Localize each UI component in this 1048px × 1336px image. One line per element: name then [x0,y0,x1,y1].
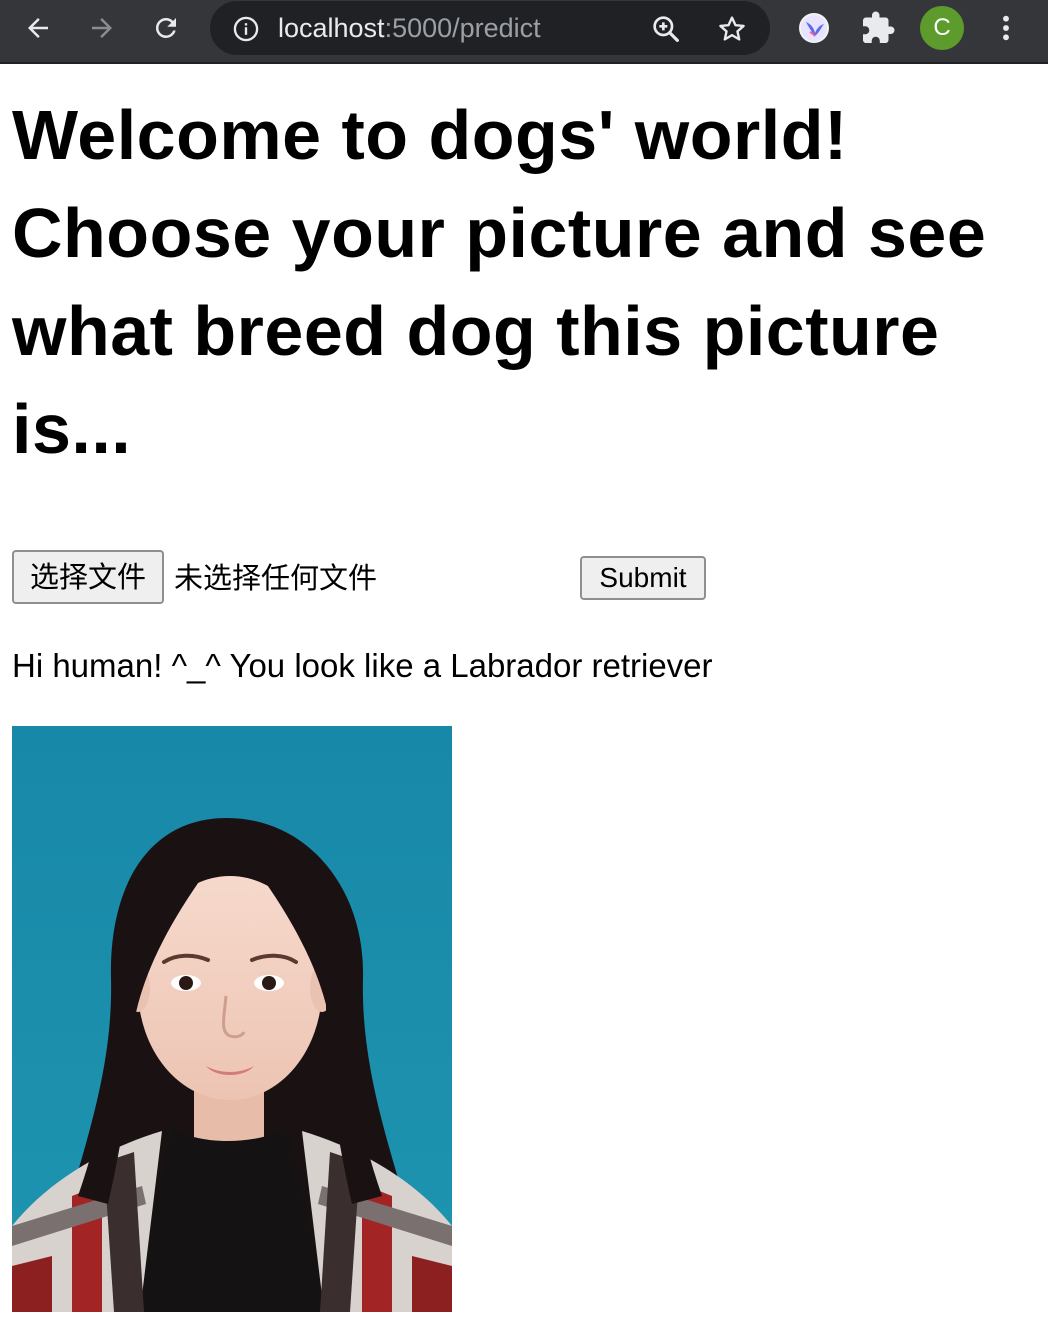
info-icon[interactable] [232,15,260,43]
reload-icon [155,17,176,38]
zoom-in-icon[interactable] [650,13,682,45]
url-host: localhost [278,13,385,43]
file-status-text: 未选择任何文件 [174,561,378,595]
browser-toolbar: localhost:5000/predict C [0,0,1048,64]
reload-button[interactable] [142,8,190,48]
vertical-dots-icon[interactable] [990,10,1022,46]
submit-button[interactable]: Submit [580,556,706,600]
page-heading: Welcome to dogs' world! Choose your pict… [12,96,987,468]
prediction-result: Hi human! ^_^ You look like a Labrador r… [12,647,713,684]
arrow-left-icon [28,18,48,38]
url-path: :5000/predict [384,13,541,43]
star-icon[interactable] [716,13,748,45]
uploaded-photo [12,726,452,1312]
arrow-right-icon [92,18,112,38]
back-button[interactable] [14,8,62,48]
bird-extension-icon[interactable] [796,10,832,46]
url-text[interactable]: localhost:5000/predict [278,13,541,43]
puzzle-icon[interactable] [860,10,896,46]
choose-file-button[interactable]: 选择文件 [12,550,164,604]
profile-avatar[interactable]: C [920,6,964,50]
address-bar[interactable]: localhost:5000/predict [210,1,770,55]
forward-button[interactable] [78,8,126,48]
